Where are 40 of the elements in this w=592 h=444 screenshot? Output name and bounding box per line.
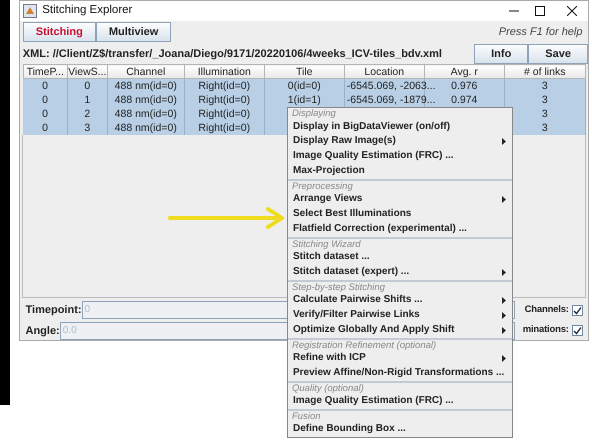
table-cell: Right(id=0) (198, 80, 250, 92)
table-cell: 2 (84, 108, 90, 120)
checkbox-label: Channels: (524, 303, 569, 317)
table-cell: -6545.069, -1879... (346, 94, 436, 106)
menu-section-header: Registration Refinement (optional) (291, 340, 438, 352)
table-cell: 0 (42, 108, 48, 120)
table-cell: 0 (42, 80, 48, 92)
table-cell: Right(id=0) (198, 122, 250, 134)
menu-section-header: Fusion (291, 410, 322, 422)
field-label: Timepoint: (26, 302, 82, 318)
menu-section-header: Quality (optional) (291, 382, 365, 394)
window-title: Stitching Explorer (42, 3, 134, 18)
table-cell: 488 nm(id=0) (114, 80, 177, 92)
table-cell: 3 (542, 80, 548, 92)
table-cell: 488 nm(id=0) (114, 108, 177, 120)
table-cell: -6545.069, -2063... (346, 80, 436, 92)
table-cell: 488 nm(id=0) (114, 94, 177, 106)
menu-section-header: Stitching Wizard (291, 238, 362, 250)
table-cell: 0 (84, 80, 90, 92)
table-cell: 0.974 (451, 94, 478, 106)
table-cell: 1(id=1) (288, 94, 321, 106)
table-cell: Right(id=0) (198, 108, 250, 120)
table-cell: 0(id=0) (288, 80, 321, 92)
table-cell: 0 (42, 122, 48, 134)
menu-section-header: Preprocessing (291, 180, 354, 192)
table-cell: 3 (542, 122, 548, 134)
menu-section-header: Displaying (291, 108, 337, 120)
xml-path: XML: //Client/Z$/transfer/_Joana/Diego/9171/20220106/4weeks_ICV-tiles_bdv.xml (22, 46, 443, 62)
table-cell: 0 (42, 94, 48, 106)
table-cell: 3 (542, 94, 548, 106)
table-cell: 3 (542, 108, 548, 120)
checkbox-label: minations: (522, 323, 569, 338)
table-cell: 0.976 (451, 80, 478, 92)
table-cell: 488 nm(id=0) (114, 122, 177, 134)
menu-section-header: Step-by-step Stitching (291, 282, 386, 294)
help-hint: Press F1 for help (498, 24, 582, 40)
table-cell: Right(id=0) (198, 94, 250, 106)
table-cell: 3 (84, 122, 90, 134)
table-cell: 1 (84, 94, 90, 106)
field-label: Angle: (26, 324, 60, 338)
